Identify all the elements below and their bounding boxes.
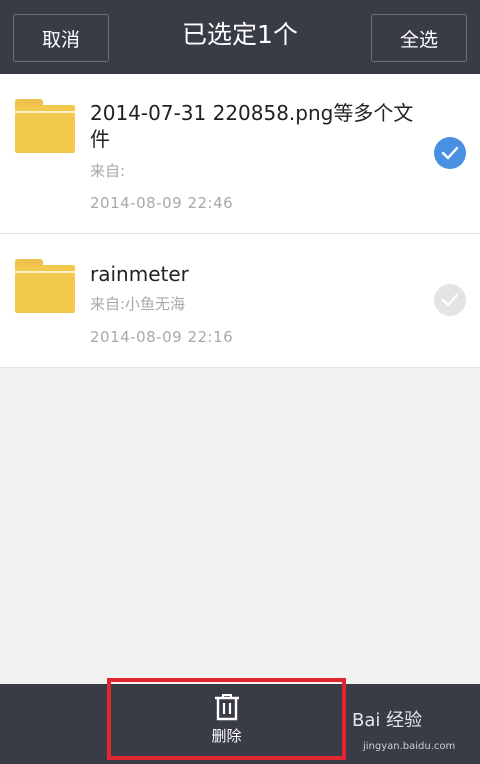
watermark-url: jingyan.baidu.com (363, 741, 456, 752)
file-time: 2014-08-09 22:16 (90, 328, 234, 346)
watermark-brand: Bai 经验 (352, 710, 423, 731)
delete-button[interactable]: 删除 (107, 678, 346, 760)
file-source: 来自: (90, 162, 126, 180)
checkbox-unchecked-icon[interactable] (434, 284, 466, 316)
folder-icon (15, 259, 75, 313)
list-item[interactable]: rainmeter 来自:小鱼无海 2014-08-09 22:16 (0, 234, 480, 368)
file-name: rainmeter (90, 262, 189, 286)
file-time: 2014-08-09 22:46 (90, 194, 234, 212)
top-bar: 取消 已选定1个 全选 (0, 0, 480, 74)
checkbox-checked-icon[interactable] (434, 137, 466, 169)
file-name: 2014-07-31 220858.png等多个文件 (90, 101, 414, 151)
folder-icon (15, 99, 75, 153)
file-list: 2014-07-31 220858.png等多个文件 来自: 2014-08-0… (0, 74, 480, 368)
list-item[interactable]: 2014-07-31 220858.png等多个文件 来自: 2014-08-0… (0, 74, 480, 234)
cancel-button[interactable]: 取消 (13, 14, 109, 62)
delete-label: 删除 (211, 726, 242, 745)
trash-icon (214, 693, 239, 720)
select-all-button[interactable]: 全选 (371, 14, 467, 62)
selection-title: 已选定1个 (182, 20, 298, 49)
file-source: 来自:小鱼无海 (90, 295, 186, 313)
